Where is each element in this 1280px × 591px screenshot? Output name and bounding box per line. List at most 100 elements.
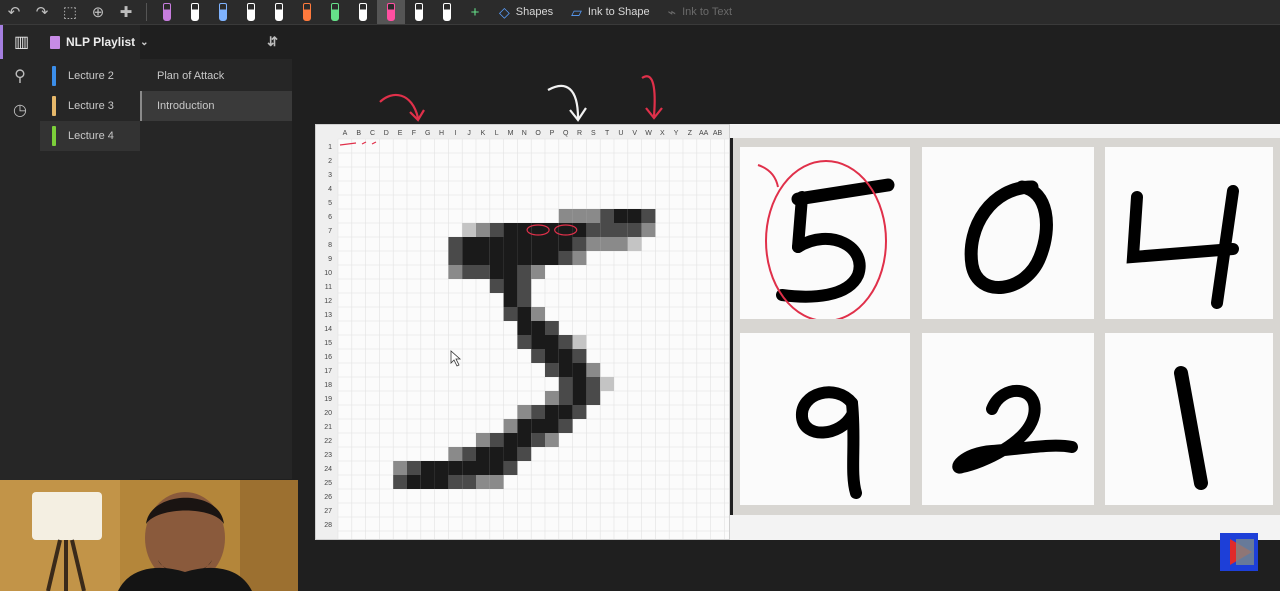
pixel-cell [489,475,504,489]
ink-to-shape-label: Ink to Shape [587,6,650,18]
pen-tool-icon[interactable] [237,0,265,24]
pixel-cell [503,307,518,321]
section-lecture-3[interactable]: Lecture 3 [40,91,140,121]
ink-to-text-button[interactable]: ⌁ Ink to Text [668,4,732,21]
pixel-cell [572,405,587,419]
page-label: Introduction [157,100,215,112]
add-pen-icon[interactable]: + [461,0,489,24]
section-lecture-2[interactable]: Lecture 2 [40,61,140,91]
pixel-cell [545,223,559,237]
pixel-cell [586,237,601,251]
row-header: 5 [328,200,332,207]
page-label: Plan of Attack [157,70,225,82]
undo-icon[interactable]: ↶ [0,0,28,24]
pixel-cell [586,223,601,237]
pixel-cell [531,419,545,433]
pen-tool-icon[interactable] [349,0,377,24]
pen-tool-icon[interactable] [405,0,433,24]
pen-tip [247,3,255,21]
pen-tool-icon[interactable] [321,0,349,24]
row-header: 13 [324,312,332,319]
pen-tool-icon[interactable] [265,0,293,24]
pixel-cell [476,237,490,251]
pixel-cell [462,447,476,461]
pixel-cell [503,265,518,279]
notebooks-icon[interactable]: ▥ [0,25,40,59]
pixel-cell [572,349,587,363]
pixel-cell [489,223,504,237]
pixel-cell [517,223,532,237]
redo-icon[interactable]: ↷ [28,0,56,24]
pixel-cell [448,461,463,475]
pen-tool-icon[interactable] [153,0,181,24]
pen-tool-icon[interactable] [181,0,209,24]
column-header: H [439,130,444,137]
column-header: F [412,130,416,137]
column-header: G [425,130,430,137]
pixel-cell [503,223,518,237]
page-plan-of-attack[interactable]: Plan of Attack [140,61,292,91]
column-header: N [522,130,527,137]
pixel-cell [558,405,573,419]
row-header: 25 [324,480,332,487]
ink-to-shape-button[interactable]: ▱ Ink to Shape [571,4,650,21]
pen-tip [331,3,339,21]
digit-image [1105,333,1273,505]
presenter-video-frame [0,480,298,591]
add-space-icon[interactable]: ⊕ [84,0,112,24]
webcam-presenter-video [0,480,298,591]
pixel-cell [448,447,463,461]
toolbar-divider [146,3,147,21]
section-lecture-4[interactable]: Lecture 4 [40,121,140,151]
pixel-cell [517,307,532,321]
row-header: 26 [324,494,332,501]
pixel-cell [503,433,518,447]
column-header: M [508,130,514,137]
column-header: U [618,130,623,137]
lasso-select-icon[interactable]: ⬚ [56,0,84,24]
column-header: D [384,130,389,137]
pixel-cell [531,433,545,447]
notebook-name: NLP Playlist [66,35,136,49]
pixel-cell [545,405,559,419]
pixel-cell [641,209,656,223]
pixel-cell [558,391,573,405]
pixel-cell [572,251,587,265]
pixel-cell [420,475,435,489]
page-introduction[interactable]: Introduction [140,91,292,121]
notebook-icon [50,35,60,49]
pixel-cell [572,237,587,251]
search-icon[interactable]: ⚲ [0,59,40,93]
pixel-cell [517,321,532,335]
notebook-switcher[interactable]: NLP Playlist ⌄ ⇵ [40,25,292,59]
row-header: 8 [328,242,332,249]
pixel-cell [558,335,573,349]
column-header: R [577,130,582,137]
pixel-cell [558,377,573,391]
pixel-cell [407,461,421,475]
pixel-cell [517,293,532,307]
pen-tool-icon[interactable] [209,0,237,24]
pen-tip [415,3,423,21]
column-header: O [535,130,541,137]
pen-tool-icon[interactable] [377,0,405,24]
sort-icon[interactable]: ⇵ [267,34,278,50]
pixel-cell [531,307,545,321]
pixel-cell [503,447,518,461]
recent-clock-icon[interactable]: ◷ [0,93,40,127]
pixel-cell [531,251,545,265]
shapes-button[interactable]: ◇ Shapes [499,4,553,21]
column-header: X [660,130,665,137]
pixel-cell [503,293,518,307]
eraser-icon[interactable]: ✚ [112,0,140,24]
row-header: 1 [328,144,332,151]
pen-tool-icon[interactable] [293,0,321,24]
channel-logo [1220,533,1258,571]
pixel-cell [489,265,504,279]
pixel-cell [489,237,504,251]
column-header: C [370,130,375,137]
pen-tool-icon[interactable] [433,0,461,24]
pixel-cell [531,265,545,279]
digit-1-drawing [1174,366,1208,490]
pen-tip [359,3,367,21]
